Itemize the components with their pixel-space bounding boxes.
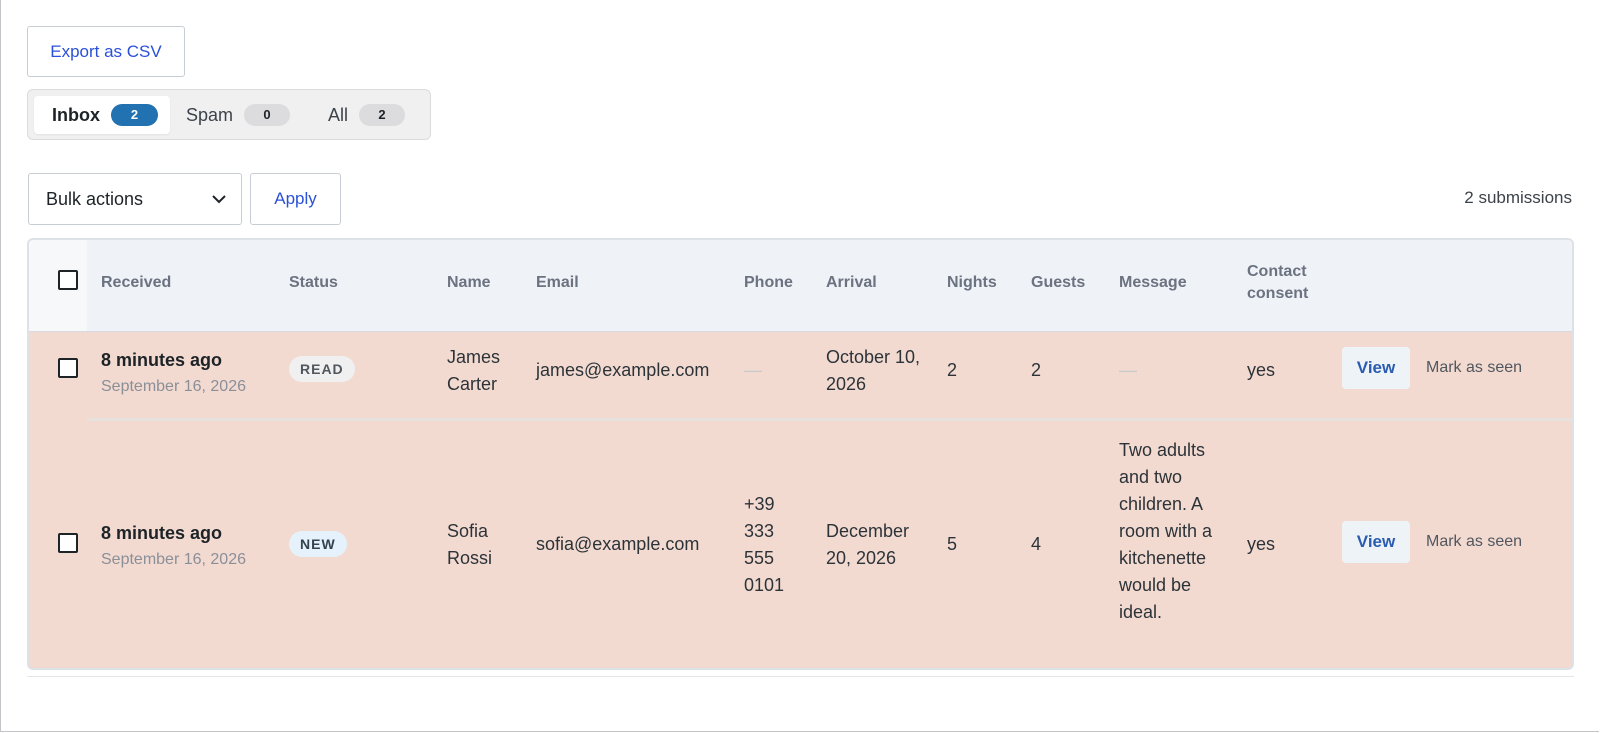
view-button[interactable]: View [1342,521,1410,563]
table-row: 8 minutes ago September 16, 2026 NEW Sof… [29,421,1572,668]
tab-inbox-label: Inbox [52,104,100,125]
tab-all-label: All [328,104,349,125]
tab-all-count: 2 [359,104,406,126]
submission-count: 2 submissions [1464,188,1572,207]
status-badge: NEW [289,531,347,557]
mark-as-seen-link[interactable]: Mark as seen [1426,533,1522,551]
table-footer-divider [27,676,1574,677]
tab-spam-count: 0 [244,104,291,126]
column-email[interactable]: Email [536,272,579,294]
column-message[interactable]: Message [1119,272,1187,294]
row-checkbox[interactable] [58,358,78,378]
column-name[interactable]: Name [447,272,491,294]
tab-spam[interactable]: Spam 0 [186,96,291,134]
guests-cell: 2 [1031,360,1042,380]
arrival-cell: December 20, 2026 [826,521,910,568]
apply-button[interactable]: Apply [250,173,341,225]
arrival-cell: October 10, 2026 [826,347,921,394]
export-csv-button[interactable]: Export as CSV [27,26,185,77]
received-relative: 8 minutes ago [101,523,223,543]
column-received[interactable]: Received [101,272,171,294]
received-cell: 8 minutes ago September 16, 2026 [101,347,246,398]
column-nights[interactable]: Nights [947,272,997,294]
view-button[interactable]: View [1342,347,1410,389]
submissions-table: Received Status Name Email Phone Arrival… [27,238,1574,670]
nights-cell: 2 [947,360,958,380]
phone-cell: +39 333 555 0101 [744,494,785,595]
received-date: September 16, 2026 [101,378,246,395]
tab-inbox[interactable]: Inbox 2 [34,96,170,134]
table-row: 8 minutes ago September 16, 2026 READ Ja… [29,332,1572,418]
message-cell: Two adults and two children. A room with… [1119,440,1213,622]
select-all-checkbox[interactable] [58,270,78,290]
email-cell: sofia@example.com [536,534,700,554]
name-cell: Sofia Rossi [447,521,493,568]
mark-as-seen-link[interactable]: Mark as seen [1426,359,1522,377]
bulk-actions-label: Bulk actions [46,188,144,209]
row-checkbox[interactable] [58,533,78,553]
consent-cell: yes [1247,360,1276,380]
received-cell: 8 minutes ago September 16, 2026 [101,520,246,571]
message-cell: — [1119,360,1137,380]
tab-all[interactable]: All 2 [328,96,406,134]
tab-inbox-count: 2 [111,104,158,126]
received-relative: 8 minutes ago [101,350,223,370]
column-arrival[interactable]: Arrival [826,272,877,294]
view-tabs: Inbox 2 Spam 0 All 2 [27,89,431,140]
column-contact-consent[interactable]: Contact consent [1247,261,1327,305]
bulk-actions-select[interactable]: Bulk actions [28,173,242,225]
column-status[interactable]: Status [289,272,338,294]
email-cell: james@example.com [536,360,710,380]
column-phone[interactable]: Phone [744,272,793,294]
received-date: September 16, 2026 [101,551,246,568]
name-cell: James Carter [447,347,501,394]
consent-cell: yes [1247,534,1276,554]
nights-cell: 5 [947,534,958,554]
chevron-down-icon [212,195,226,204]
status-badge: READ [289,356,355,382]
table-header: Received Status Name Email Phone Arrival… [29,240,1572,332]
column-guests[interactable]: Guests [1031,272,1085,294]
tab-spam-label: Spam [186,104,234,125]
phone-cell: — [744,360,762,380]
guests-cell: 4 [1031,534,1042,554]
